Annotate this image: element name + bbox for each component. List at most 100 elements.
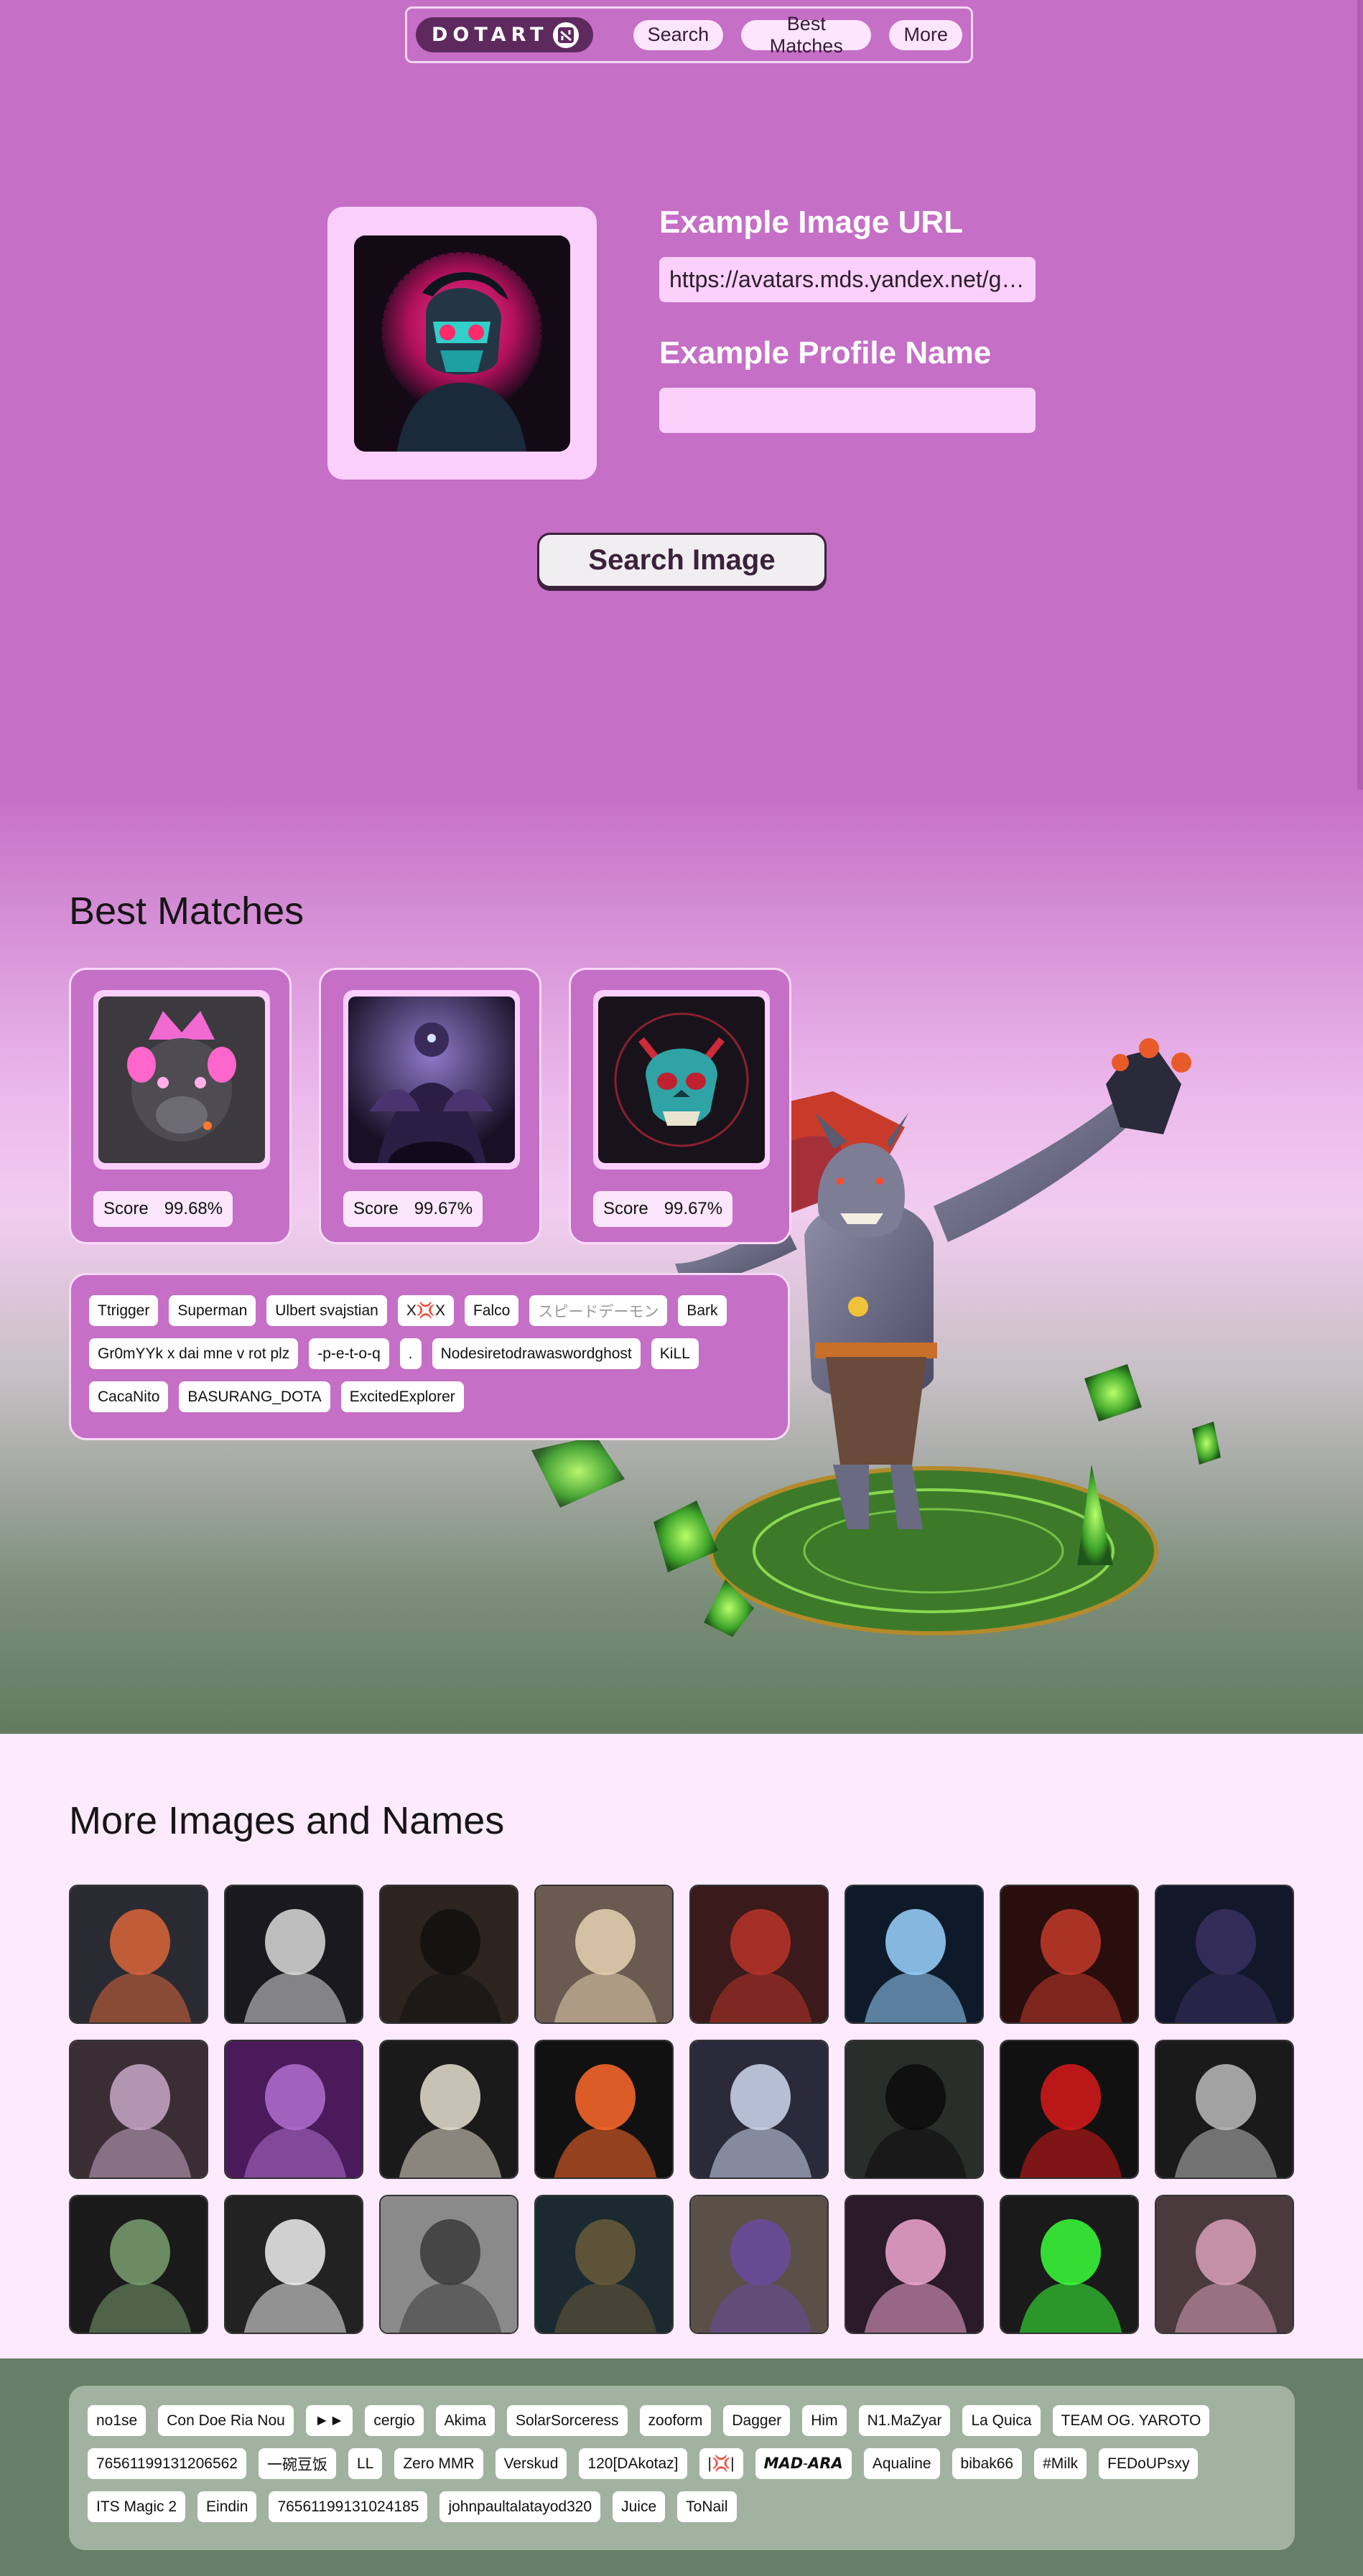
red-helmet-monster-thumbnail[interactable] bbox=[1000, 1885, 1139, 2024]
name-chip[interactable]: Aqualine bbox=[863, 2448, 940, 2479]
sunglasses-boy-thumbnail[interactable] bbox=[379, 1885, 518, 2024]
name-chip[interactable]: Zero MMR bbox=[394, 2448, 483, 2479]
name-chip[interactable]: SolarSorceress bbox=[506, 2405, 628, 2436]
grey-hoodie-man-thumbnail[interactable] bbox=[379, 2195, 518, 2334]
red-skull-emblem-thumbnail[interactable] bbox=[1000, 2040, 1139, 2179]
score-label: Score bbox=[103, 1199, 149, 1218]
score-label: Score bbox=[603, 1199, 648, 1218]
nun-anime-girl-thumbnail[interactable] bbox=[689, 2040, 829, 2179]
white-haired-anime-armor-thumbnail[interactable] bbox=[845, 1885, 984, 2024]
score-badge: Score 99.67% bbox=[593, 1191, 733, 1227]
name-chip[interactable]: Him bbox=[802, 2405, 847, 2436]
nav-link-more[interactable]: More bbox=[889, 19, 962, 50]
pink-hair-woman-thumbnail[interactable] bbox=[1155, 2195, 1294, 2334]
name-chip[interactable]: Ttrigger bbox=[89, 1295, 159, 1326]
glowing-eye-skull-thumbnail[interactable] bbox=[534, 2040, 674, 2179]
panda-sunglasses-thumbnail[interactable] bbox=[224, 2195, 363, 2334]
name-chip[interactable]: Falco bbox=[464, 1295, 519, 1326]
purple-gas-mask-thumbnail[interactable] bbox=[224, 2040, 363, 2179]
name-chip[interactable]: Ulbert svajstian bbox=[266, 1295, 387, 1326]
dark-hair-anime-man-thumbnail[interactable] bbox=[1155, 1885, 1294, 2024]
hooded-shadow-thumbnail[interactable] bbox=[845, 2040, 984, 2179]
image-url-input[interactable] bbox=[659, 257, 1036, 302]
nav-link-search[interactable]: Search bbox=[633, 19, 724, 50]
purple-void-warrior-image bbox=[348, 997, 515, 1163]
match-card[interactable]: Score 99.67% bbox=[319, 968, 541, 1244]
name-chip[interactable]: スピードデーモン bbox=[529, 1295, 668, 1326]
name-chip[interactable]: Gr0mYYk x dai mne v rot plz bbox=[89, 1338, 299, 1369]
name-chip[interactable]: FEDoUPsxy bbox=[1099, 2448, 1199, 2479]
more-names-list: no1se Con Doe Ria Nou ►► cergio Akima So… bbox=[88, 2405, 1276, 2534]
name-chip[interactable]: 76561199131206562 bbox=[88, 2448, 246, 2479]
name-chip[interactable]: 𝙈𝘼𝘿-𝘼𝙍𝘼 bbox=[755, 2448, 852, 2479]
suited-men-cartoon-thumbnail[interactable] bbox=[689, 2195, 829, 2334]
name-chip[interactable]: . bbox=[399, 1338, 422, 1369]
name-chip[interactable]: CacaNito bbox=[89, 1381, 169, 1412]
name-chip[interactable]: ►► bbox=[305, 2405, 353, 2436]
preview-image-frame bbox=[327, 207, 597, 480]
match-image-frame bbox=[343, 990, 520, 1170]
name-chip[interactable]: Juice bbox=[613, 2491, 666, 2522]
nav-link-best-matches[interactable]: Best Matches bbox=[741, 13, 872, 57]
white-haired-figure-thumbnail[interactable] bbox=[224, 1885, 363, 2024]
image-url-label: Example Image URL bbox=[659, 205, 964, 240]
name-chip[interactable]: Eindin bbox=[197, 2491, 257, 2522]
green-glitch-monster-thumbnail[interactable] bbox=[1000, 2195, 1139, 2334]
best-matches-title: Best Matches bbox=[69, 890, 304, 933]
name-chip[interactable]: johnpaultalatayod320 bbox=[439, 2491, 601, 2522]
green-badge-emblem-thumbnail[interactable] bbox=[69, 2195, 208, 2334]
name-chip[interactable]: Superman bbox=[169, 1295, 256, 1326]
name-chip[interactable]: N1.MaZyar bbox=[858, 2405, 951, 2436]
matched-names-list: Ttrigger Superman Ulbert svajstian X💢X F… bbox=[89, 1295, 770, 1424]
name-chip[interactable]: BASURANG_DOTA bbox=[179, 1381, 330, 1412]
name-chip[interactable]: Nodesiretodrawaswordghost bbox=[432, 1338, 641, 1369]
name-chip[interactable]: -p-e-t-o-q bbox=[309, 1338, 389, 1369]
match-card[interactable]: Score 99.67% bbox=[569, 968, 791, 1244]
name-chip[interactable]: Con Doe Ria Nou bbox=[158, 2405, 294, 2436]
name-chip[interactable]: X💢X bbox=[397, 1295, 454, 1326]
teal-demon-skull-image bbox=[598, 997, 765, 1163]
score-value: 99.67% bbox=[664, 1199, 723, 1218]
name-chip[interactable]: |💢| bbox=[699, 2448, 743, 2479]
name-chip[interactable]: 一碗豆饭 bbox=[259, 2448, 336, 2479]
scarred-anime-girl-thumbnail[interactable] bbox=[69, 2040, 208, 2179]
name-chip[interactable]: no1se bbox=[88, 2405, 146, 2436]
match-image-frame bbox=[93, 990, 270, 1170]
name-chip[interactable]: TEAM OG. YAROTO bbox=[1052, 2405, 1210, 2436]
blonde-hair-photo-thumbnail[interactable] bbox=[534, 1885, 674, 2024]
toasting-gentleman-thumbnail[interactable] bbox=[379, 2040, 518, 2179]
search-image-button[interactable]: Search Image bbox=[537, 533, 827, 588]
logo-text: DOTART bbox=[432, 24, 549, 46]
score-value: 99.68% bbox=[164, 1199, 223, 1218]
name-chip[interactable]: 120[DAkotaz] bbox=[579, 2448, 687, 2479]
name-chip[interactable]: zooform bbox=[639, 2405, 712, 2436]
name-chip[interactable]: LL bbox=[348, 2448, 383, 2479]
name-chip[interactable]: ITS Magic 2 bbox=[88, 2491, 186, 2522]
name-chip[interactable]: 76561199131024185 bbox=[269, 2491, 428, 2522]
name-chip[interactable]: Akima bbox=[435, 2405, 495, 2436]
name-chip[interactable]: #Milk bbox=[1034, 2448, 1087, 2479]
score-badge: Score 99.68% bbox=[93, 1191, 233, 1227]
tattooed-chest-thumbnail[interactable] bbox=[689, 1885, 829, 2024]
name-chip[interactable]: Dagger bbox=[723, 2405, 791, 2436]
redhead-woman-photo-thumbnail[interactable] bbox=[69, 1885, 208, 2024]
pink-crowned-bear-image bbox=[98, 997, 265, 1163]
logo[interactable]: DOTART bbox=[416, 17, 593, 52]
match-card[interactable]: Score 99.68% bbox=[69, 968, 292, 1244]
profile-name-input[interactable] bbox=[659, 388, 1036, 433]
match-image-frame bbox=[593, 990, 770, 1170]
score-value: 99.67% bbox=[414, 1199, 473, 1218]
name-chip[interactable]: KiLL bbox=[651, 1338, 699, 1369]
name-chip[interactable]: bibak66 bbox=[952, 2448, 1023, 2479]
chimp-portrait-thumbnail[interactable] bbox=[534, 2195, 674, 2334]
name-chip[interactable]: Verskud bbox=[495, 2448, 567, 2479]
name-chip[interactable]: ExcitedExplorer bbox=[340, 1381, 464, 1412]
name-chip[interactable]: Bark bbox=[678, 1295, 727, 1326]
pink-hair-anime-girl-thumbnail[interactable] bbox=[845, 2195, 984, 2334]
silver-alien-mask-thumbnail[interactable] bbox=[1155, 2040, 1294, 2179]
name-chip[interactable]: La Quica bbox=[962, 2405, 1041, 2436]
more-names-card: no1se Con Doe Ria Nou ►► cergio Akima So… bbox=[69, 2386, 1295, 2550]
more-images-title: More Images and Names bbox=[69, 1799, 505, 1842]
name-chip[interactable]: ToNail bbox=[677, 2491, 737, 2522]
name-chip[interactable]: cergio bbox=[365, 2405, 424, 2436]
